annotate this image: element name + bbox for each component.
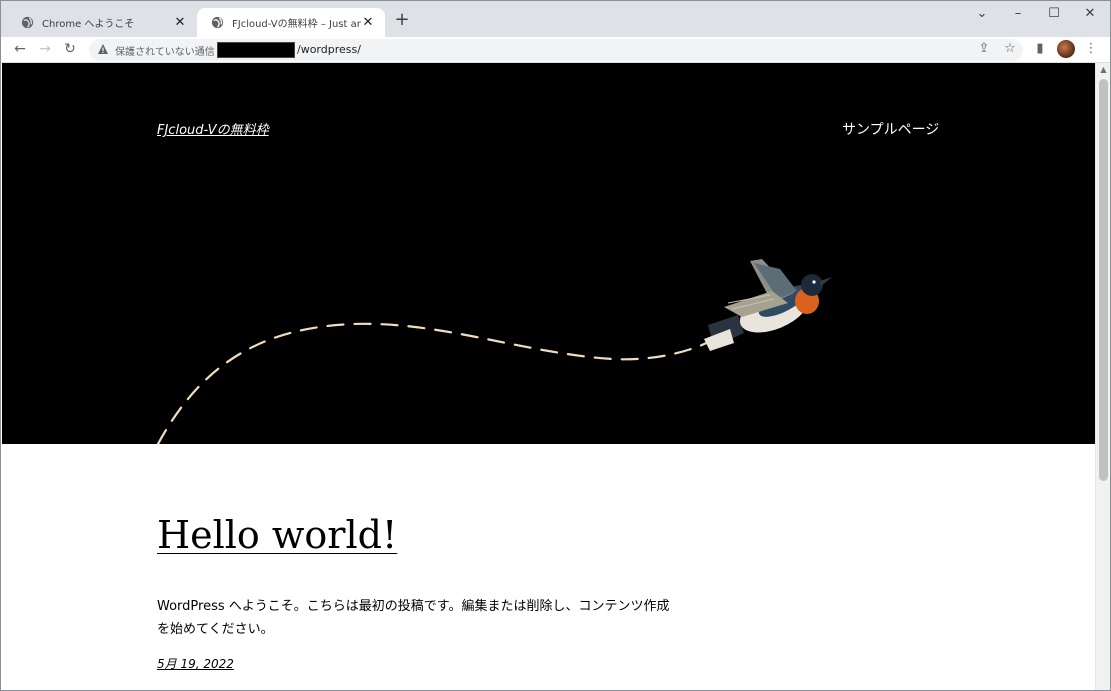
- profile-avatar[interactable]: [1057, 40, 1075, 58]
- close-icon[interactable]: ✕: [173, 15, 187, 30]
- tab-title: FJcloud-Vの無料枠 – Just another: [232, 19, 361, 30]
- share-icon[interactable]: ⇪: [976, 41, 992, 57]
- minimize-icon[interactable]: –: [1004, 5, 1032, 23]
- reload-icon[interactable]: ↻: [61, 40, 79, 58]
- address-bar[interactable]: 保護されていない通信 /wordpress/: [89, 39, 1023, 61]
- tab-title: Chrome へようこそ: [42, 19, 135, 30]
- hero-cover: FJcloud-Vの無料枠 サンプルページ: [2, 63, 1095, 444]
- close-icon[interactable]: ✕: [361, 15, 375, 30]
- security-status[interactable]: 保護されていない通信: [115, 43, 215, 58]
- page-viewport: FJcloud-Vの無料枠 サンプルページ Hello world! WordP…: [1, 63, 1095, 690]
- post-title-link[interactable]: Hello world!: [157, 513, 397, 557]
- hero-illustration: [156, 259, 832, 444]
- scroll-up-arrow-icon[interactable]: ▲: [1099, 65, 1108, 74]
- side-panel-icon[interactable]: ▮: [1032, 41, 1048, 57]
- url-path[interactable]: /wordpress/: [297, 43, 361, 56]
- browser-window: Chrome へようこそ ✕ FJcloud-Vの無料枠 – Just anot…: [0, 0, 1111, 691]
- bookmark-star-icon[interactable]: ☆: [1002, 41, 1018, 57]
- tab-chrome-welcome[interactable]: Chrome へようこそ ✕: [7, 8, 197, 37]
- post-excerpt: WordPress へようこそ。こちらは最初の投稿です。編集または削除し、コンテ…: [157, 599, 670, 637]
- tab-search-icon[interactable]: ⌄: [968, 5, 996, 23]
- maximize-icon[interactable]: ☐: [1040, 5, 1068, 23]
- new-tab-button[interactable]: +: [393, 11, 411, 29]
- tab-wordpress[interactable]: FJcloud-Vの無料枠 – Just another ✕: [197, 8, 385, 37]
- warning-icon: [98, 44, 108, 54]
- dashed-flight-path: [156, 322, 724, 444]
- globe-icon: [21, 16, 34, 29]
- back-arrow-icon[interactable]: ←: [11, 40, 29, 58]
- vertical-scrollbar[interactable]: ▲: [1095, 63, 1110, 690]
- scroll-thumb[interactable]: [1099, 79, 1108, 481]
- browser-toolbar: ← → ↻ 保護されていない通信 /wordpress/ ⇪ ☆ ▮ ⋮: [1, 37, 1110, 63]
- tab-strip: Chrome へようこそ ✕ FJcloud-Vの無料枠 – Just anot…: [1, 1, 1110, 37]
- redacted-host: [217, 42, 295, 58]
- bird-illustration: [704, 259, 832, 351]
- post-date-link[interactable]: 5月 19, 2022: [157, 655, 234, 672]
- menu-kebab-icon[interactable]: ⋮: [1083, 41, 1099, 57]
- window-close-icon[interactable]: ✕: [1076, 5, 1104, 23]
- globe-icon: [211, 16, 224, 29]
- forward-arrow-icon[interactable]: →: [36, 40, 54, 58]
